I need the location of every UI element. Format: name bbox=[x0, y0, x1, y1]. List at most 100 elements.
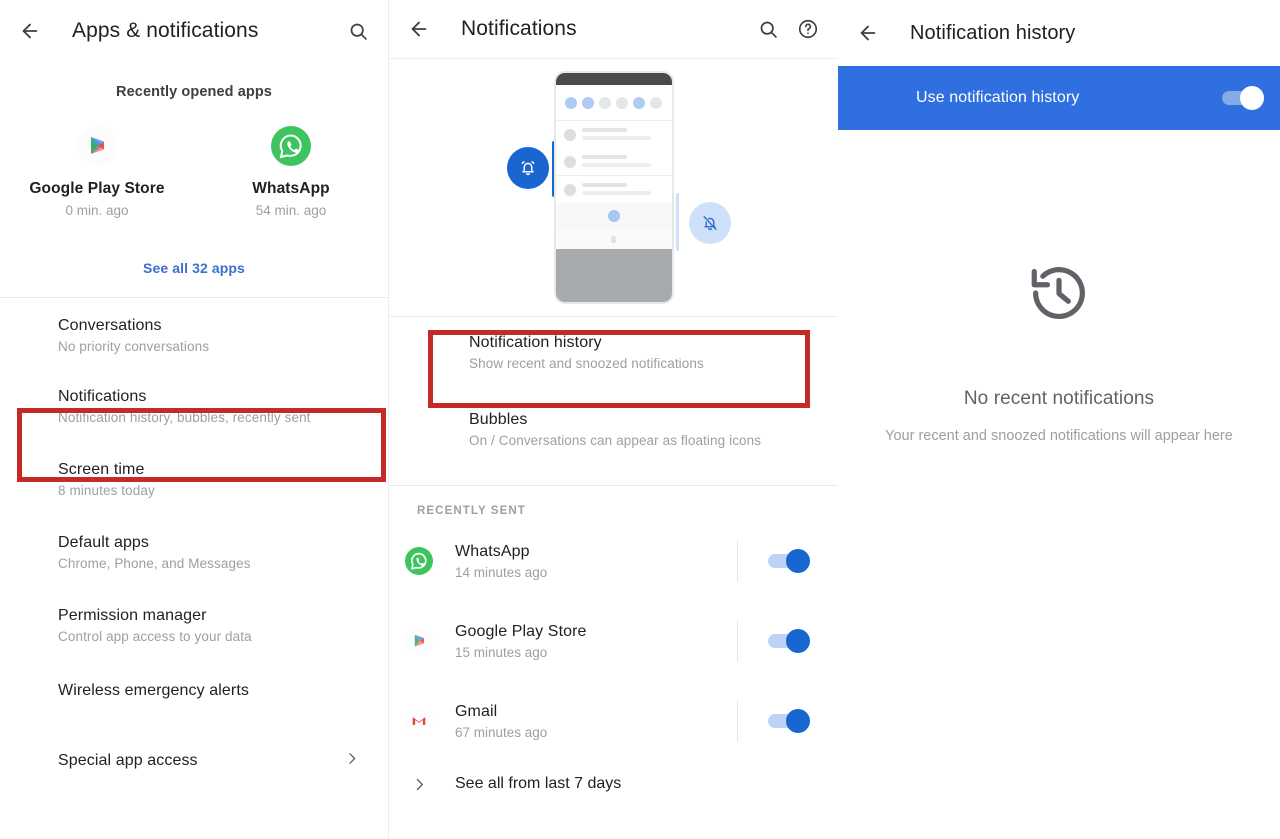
table-cell-app: WhatsApp 14 minutes ago bbox=[455, 543, 737, 580]
table-cell-app: Google Play Store 15 minutes ago bbox=[455, 623, 737, 660]
chevron-right-icon bbox=[405, 776, 433, 793]
panel-apps-and-notifications: Apps & notifications Recently opened app… bbox=[0, 0, 388, 839]
left-appbar: Apps & notifications bbox=[0, 0, 388, 62]
recent-app-time: 54 min. ago bbox=[255, 203, 327, 218]
illustration-bar-off bbox=[676, 193, 679, 251]
divider bbox=[737, 540, 738, 582]
arrow-back-icon[interactable] bbox=[399, 9, 439, 49]
list-item-title: Notification history bbox=[469, 334, 602, 351]
page-title: Notification history bbox=[910, 21, 1076, 44]
see-all-label: See all from last 7 days bbox=[455, 775, 622, 792]
list-item-subtitle: Notification history, bubbles, recently … bbox=[58, 410, 311, 425]
bell-off-icon bbox=[689, 202, 731, 244]
recent-app-tile[interactable]: WhatsApp 54 min. ago bbox=[194, 126, 388, 218]
phone-notification-group bbox=[555, 121, 672, 176]
list-item-title: Notifications bbox=[58, 388, 147, 405]
use-notification-history-banner[interactable]: Use notification history bbox=[838, 66, 1280, 130]
three-panel-screenshot: Apps & notifications Recently opened app… bbox=[0, 0, 1280, 839]
panel-notifications: Notifications Notification history Show … bbox=[388, 0, 838, 839]
table-row[interactable]: Gmail 67 minutes ago bbox=[389, 681, 838, 761]
recent-app-name: WhatsApp bbox=[252, 180, 330, 197]
notification-toggle[interactable] bbox=[768, 629, 810, 653]
list-item-subtitle: Chrome, Phone, and Messages bbox=[58, 556, 251, 571]
notification-toggle[interactable] bbox=[768, 549, 810, 573]
list-item-subtitle: On / Conversations can appear as floatin… bbox=[469, 433, 762, 448]
list-item-notification-history[interactable]: Notification history Show recent and sno… bbox=[389, 317, 838, 384]
list-item-subtitle: Show recent and snoozed notifications bbox=[469, 356, 704, 371]
list-item-title: Conversations bbox=[58, 317, 162, 334]
bell-ringing-icon bbox=[507, 147, 549, 189]
phone-settings-shade bbox=[555, 203, 672, 229]
whatsapp-icon bbox=[271, 126, 311, 166]
right-appbar: Notification history bbox=[838, 0, 1280, 66]
table-row[interactable]: Google Play Store 15 minutes ago bbox=[389, 601, 838, 681]
app-name: Google Play Store bbox=[455, 622, 587, 640]
phone-notification-card bbox=[556, 148, 672, 175]
phone-notification-card bbox=[556, 176, 672, 203]
search-icon[interactable] bbox=[748, 9, 788, 49]
sidebar-item-special-app-access[interactable]: Special app access bbox=[0, 739, 388, 783]
list-item-title: Special app access bbox=[58, 752, 198, 769]
search-icon[interactable] bbox=[338, 11, 378, 51]
table-row[interactable]: WhatsApp 14 minutes ago bbox=[389, 521, 838, 601]
arrow-back-icon[interactable] bbox=[10, 11, 50, 51]
list-item-title: Wireless emergency alerts bbox=[58, 682, 249, 699]
list-item-subtitle: 8 minutes today bbox=[58, 483, 155, 498]
sidebar-item-wireless-emergency-alerts[interactable]: Wireless emergency alerts bbox=[0, 669, 388, 713]
sidebar-item-notifications[interactable]: Notifications Notification history, bubb… bbox=[0, 375, 388, 438]
recently-opened-apps-header: Recently opened apps bbox=[116, 84, 272, 100]
app-name: WhatsApp bbox=[455, 542, 530, 560]
empty-state-title: No recent notifications bbox=[963, 388, 1155, 409]
empty-state-subtitle: Your recent and snoozed notifications wi… bbox=[885, 428, 1233, 444]
list-item-subtitle: No priority conversations bbox=[58, 339, 210, 354]
phone-bottom-area bbox=[555, 249, 672, 302]
list-item-title: Permission manager bbox=[58, 607, 207, 624]
recent-app-name: Google Play Store bbox=[29, 180, 165, 197]
list-item-title: Bubbles bbox=[469, 411, 528, 428]
sidebar-item-permission-manager[interactable]: Permission manager Control app access to… bbox=[0, 594, 388, 657]
whatsapp-icon bbox=[405, 547, 433, 575]
empty-state: No recent notifications Your recent and … bbox=[838, 260, 1280, 448]
settings-list: Conversations No priority conversations … bbox=[0, 298, 388, 783]
list-item-subtitle: Control app access to your data bbox=[58, 629, 252, 644]
phone-notification-card bbox=[556, 121, 672, 148]
sidebar-item-default-apps[interactable]: Default apps Chrome, Phone, and Messages bbox=[0, 521, 388, 584]
phone-quick-settings bbox=[555, 85, 672, 121]
recently-sent-label: Recently sent bbox=[417, 505, 526, 517]
page-title: Apps & notifications bbox=[72, 19, 259, 42]
divider bbox=[737, 620, 738, 662]
phone-illustration bbox=[553, 71, 674, 304]
gmail-icon bbox=[405, 707, 433, 735]
phone-status-bar bbox=[555, 73, 672, 85]
notification-settings-list: Notification history Show recent and sno… bbox=[389, 316, 838, 486]
list-item-title: Screen time bbox=[58, 461, 145, 478]
recently-opened-apps-grid: Google Play Store 0 min. ago WhatsApp 54… bbox=[0, 126, 388, 218]
list-item-title: Default apps bbox=[58, 534, 150, 551]
app-name: Gmail bbox=[455, 702, 498, 720]
banner-label: Use notification history bbox=[916, 89, 1080, 106]
sidebar-item-conversations[interactable]: Conversations No priority conversations bbox=[0, 304, 388, 367]
panel-notification-history: Notification history Use notification hi… bbox=[838, 0, 1280, 839]
see-all-last-7-days-row[interactable]: See all from last 7 days bbox=[389, 761, 838, 807]
google-play-icon bbox=[77, 126, 117, 166]
app-time: 67 minutes ago bbox=[455, 724, 548, 740]
app-time: 14 minutes ago bbox=[455, 564, 548, 580]
history-clock-icon bbox=[866, 260, 1252, 326]
divider bbox=[737, 700, 738, 742]
use-notification-history-toggle[interactable] bbox=[1222, 86, 1264, 110]
notifications-illustration bbox=[389, 58, 838, 316]
app-time: 15 minutes ago bbox=[455, 644, 548, 660]
help-circle-icon[interactable] bbox=[788, 9, 828, 49]
arrow-back-icon[interactable] bbox=[848, 13, 888, 53]
google-play-icon bbox=[405, 627, 433, 655]
recent-app-time: 0 min. ago bbox=[65, 203, 129, 218]
recent-app-tile[interactable]: Google Play Store 0 min. ago bbox=[0, 126, 194, 218]
list-item-bubbles[interactable]: Bubbles On / Conversations can appear as… bbox=[389, 398, 838, 461]
see-all-apps-link[interactable]: See all 32 apps bbox=[0, 260, 388, 276]
chevron-right-icon bbox=[344, 751, 360, 772]
phone-handle-shade bbox=[555, 229, 672, 249]
sidebar-item-screen-time[interactable]: Screen time 8 minutes today bbox=[0, 448, 388, 511]
page-title: Notifications bbox=[461, 17, 577, 40]
table-cell-app: Gmail 67 minutes ago bbox=[455, 703, 737, 740]
notification-toggle[interactable] bbox=[768, 709, 810, 733]
